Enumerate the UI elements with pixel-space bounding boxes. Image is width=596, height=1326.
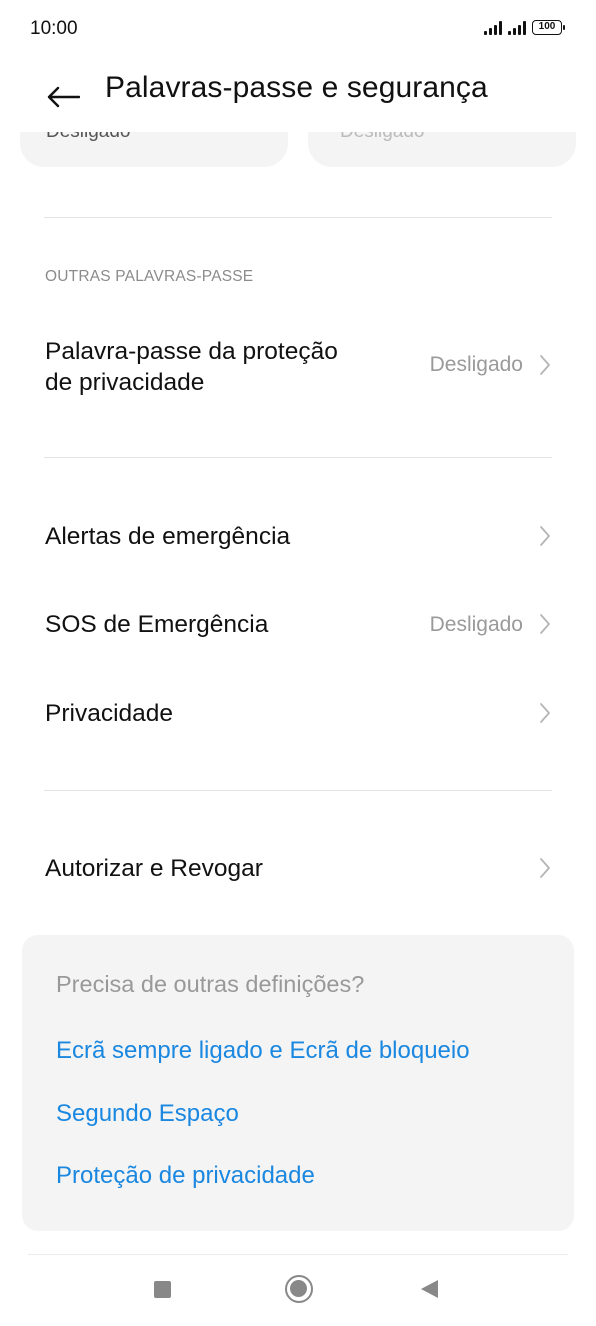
suggestions-card: Precisa de outras definições? Ecrã sempr… bbox=[22, 935, 574, 1231]
section-title-other-passwords: OUTRAS PALAVRAS-PASSE bbox=[45, 268, 254, 285]
back-arrow-icon[interactable] bbox=[40, 74, 86, 120]
chevron-right-icon bbox=[540, 526, 550, 546]
chevron-right-icon bbox=[540, 858, 550, 878]
authorize-revoke-row[interactable]: Autorizar e Revogar bbox=[0, 832, 596, 904]
nav-divider bbox=[28, 1254, 568, 1255]
chevron-right-icon bbox=[540, 703, 550, 723]
status-bar: 10:00 100 bbox=[0, 0, 596, 60]
divider bbox=[44, 790, 552, 791]
privacy-protection-password-value: Desligado bbox=[429, 353, 523, 376]
chevron-right-icon bbox=[540, 614, 550, 634]
suggestion-link-aod-lockscreen[interactable]: Ecrã sempre ligado e Ecrã de bloqueio bbox=[56, 1037, 470, 1065]
back-triangle-icon[interactable] bbox=[421, 1280, 438, 1298]
status-icons: 100 bbox=[484, 20, 565, 35]
privacy-protection-password-row[interactable]: Palavra-passe da proteção de privacidade… bbox=[0, 322, 596, 422]
label-line-2: de privacidade bbox=[45, 369, 205, 396]
label-line-1: Palavra-passe da proteção bbox=[45, 338, 338, 365]
privacy-protection-password-label: Palavra-passe da proteção de privacidade bbox=[45, 336, 338, 398]
status-time: 10:00 bbox=[30, 18, 78, 39]
emergency-sos-label: SOS de Emergência bbox=[45, 611, 269, 638]
privacy-row[interactable]: Privacidade bbox=[0, 677, 596, 749]
page-title: Palavras-passe e segurança bbox=[105, 71, 488, 104]
signal-icon bbox=[484, 21, 502, 35]
suggestion-link-second-space[interactable]: Segundo Espaço bbox=[56, 1100, 239, 1128]
emergency-sos-row[interactable]: SOS de Emergência Desligado bbox=[0, 588, 596, 660]
authorize-revoke-label: Autorizar e Revogar bbox=[45, 855, 263, 882]
suggestion-link-privacy-protection[interactable]: Proteção de privacidade bbox=[56, 1162, 315, 1190]
battery-icon: 100 bbox=[532, 20, 565, 35]
suggestions-title: Precisa de outras definições? bbox=[56, 971, 365, 997]
signal-icon bbox=[508, 21, 526, 35]
app-header: Palavras-passe e segurança bbox=[0, 60, 596, 132]
emergency-sos-value: Desligado bbox=[429, 613, 523, 636]
divider bbox=[44, 217, 552, 218]
screen: 10:00 100 Desligado Desligado Palavras-p… bbox=[0, 0, 596, 1326]
divider bbox=[44, 457, 552, 458]
emergency-alerts-label: Alertas de emergência bbox=[45, 523, 291, 550]
privacy-label: Privacidade bbox=[45, 700, 174, 727]
emergency-alerts-row[interactable]: Alertas de emergência bbox=[0, 500, 596, 572]
chevron-right-icon bbox=[540, 355, 550, 375]
home-circle-icon[interactable] bbox=[285, 1275, 313, 1303]
recents-square-icon[interactable] bbox=[154, 1281, 171, 1298]
